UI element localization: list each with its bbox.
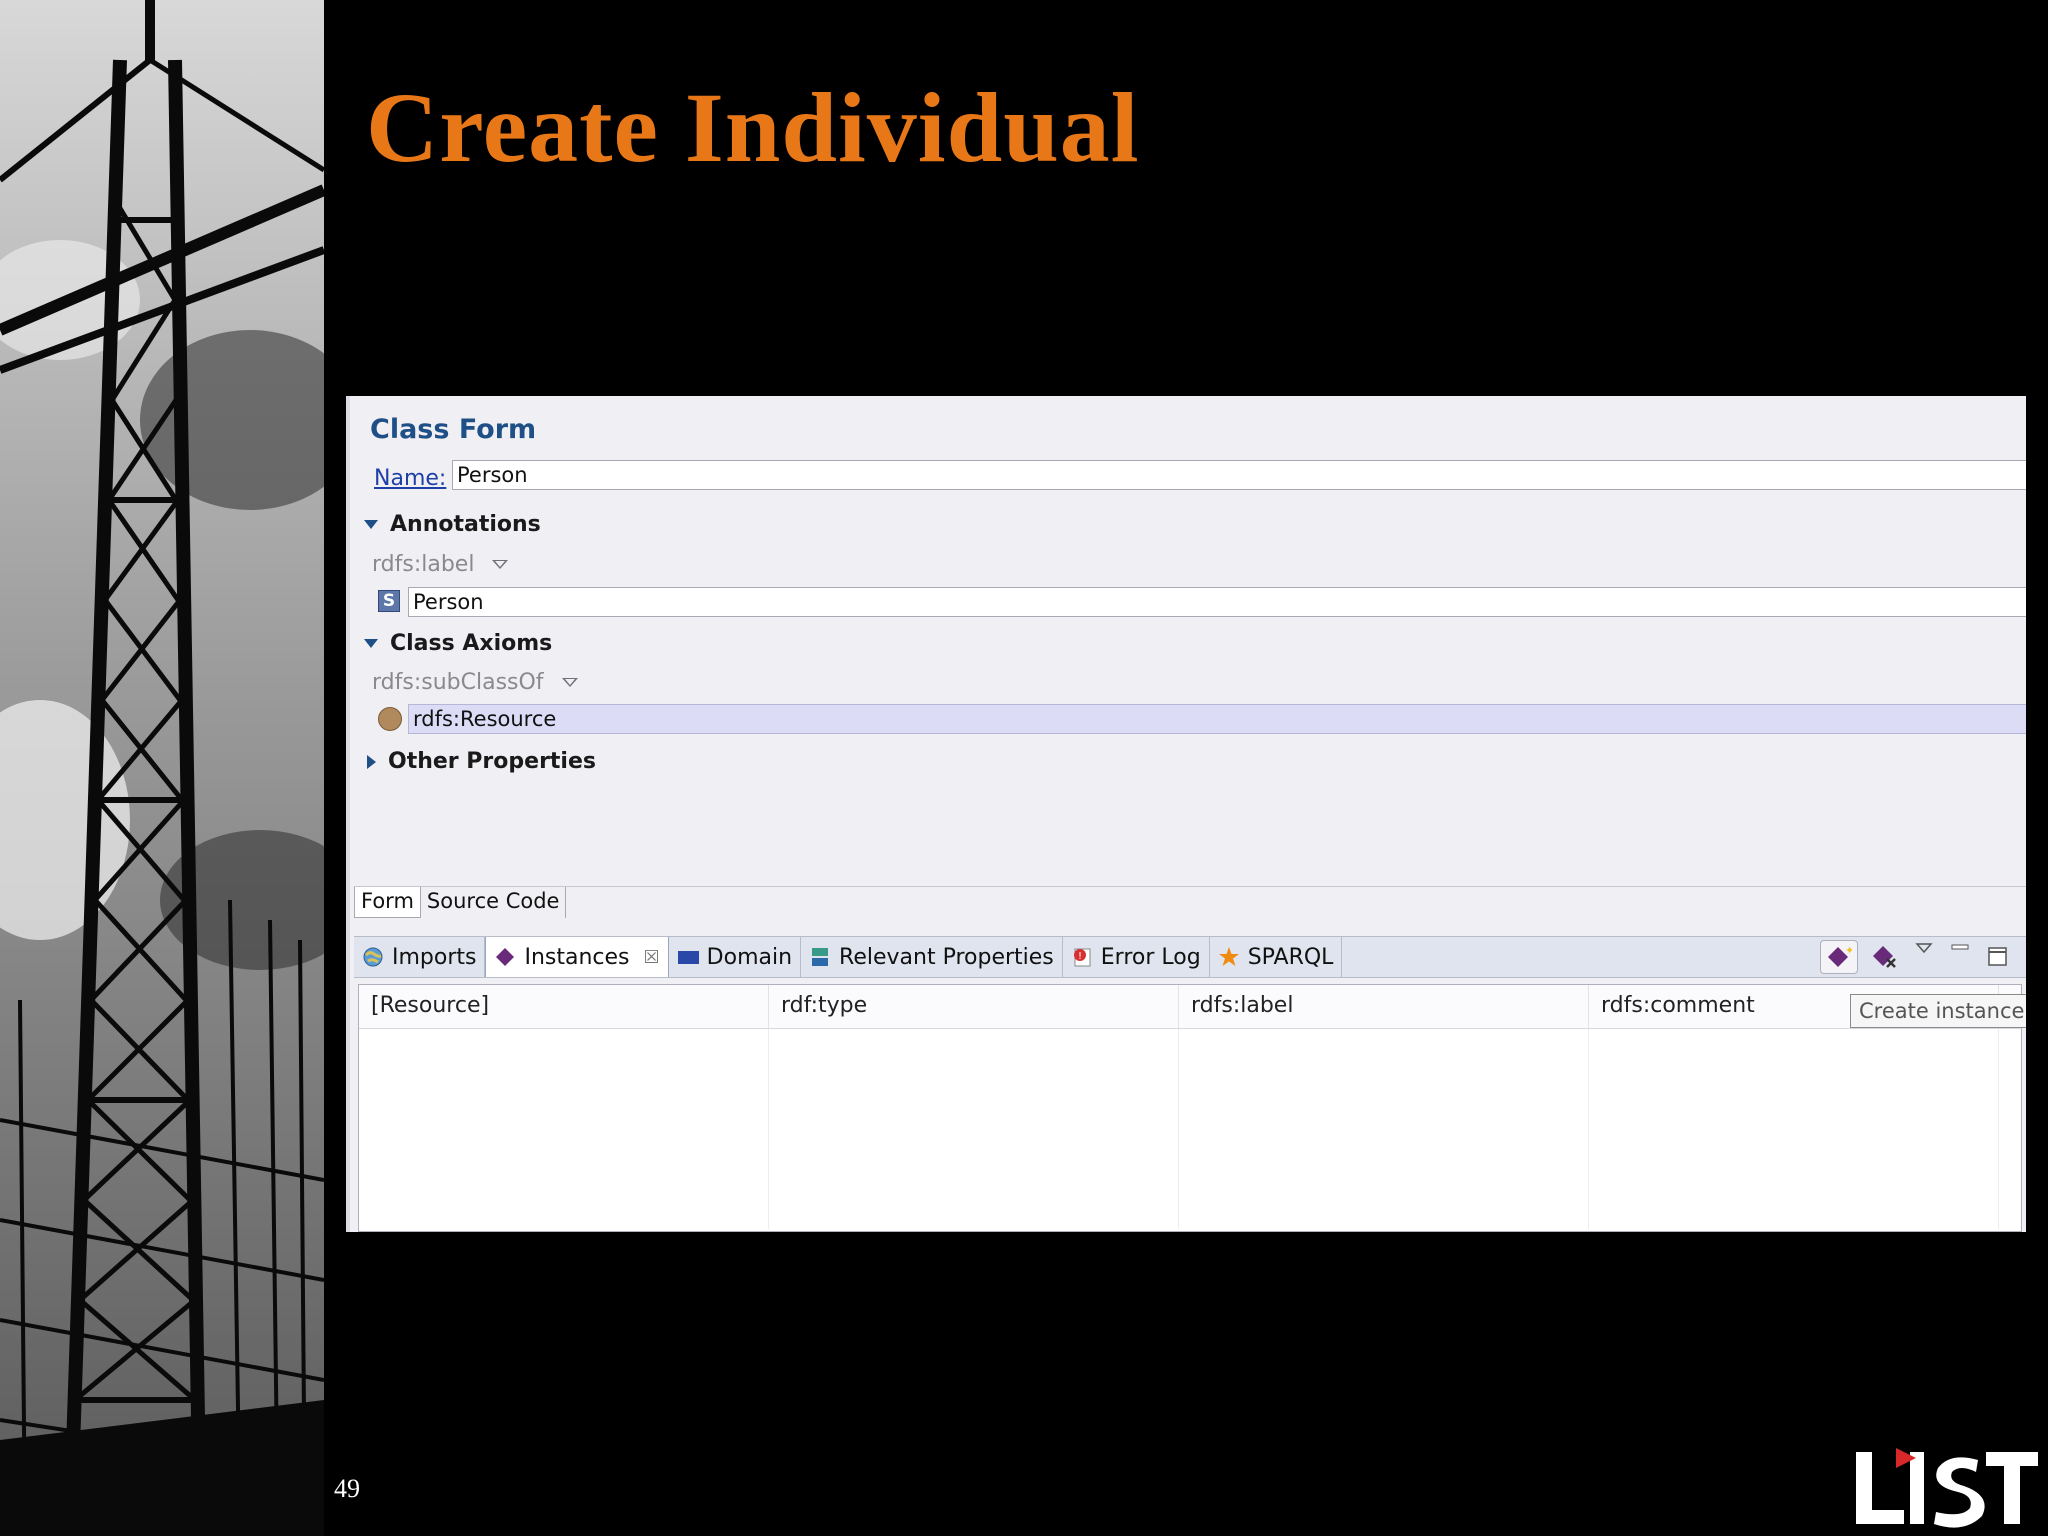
tab-imports[interactable]: Imports — [354, 937, 486, 977]
rdfs-label-text: rdfs:label — [372, 552, 475, 577]
tab-domain-label: Domain — [706, 944, 793, 970]
name-label-link[interactable]: Name: — [374, 466, 446, 491]
rdfs-subclassof-property: rdfs:subClassOf — [372, 670, 578, 695]
tab-sparql-label: SPARQL — [1247, 944, 1334, 970]
create-instance-icon: ✦ — [1828, 944, 1852, 967]
error-log-icon: ! — [1073, 948, 1091, 967]
tab-form[interactable]: Form — [354, 887, 421, 918]
class-axioms-section-header[interactable]: Class Axioms — [364, 631, 552, 656]
tab-sparql[interactable]: SPARQL — [1210, 937, 1343, 977]
star-icon — [1218, 947, 1239, 966]
create-instance-tooltip: Create instance — [1850, 994, 2026, 1028]
tab-relevant-properties[interactable]: Relevant Properties — [801, 937, 1063, 977]
table-column — [1589, 1029, 1999, 1229]
table-header: [Resource] rdf:type rdfs:label rdfs:comm… — [359, 985, 2021, 1029]
delete-instance-button[interactable] — [1868, 940, 1902, 974]
name-field[interactable]: Person — [452, 460, 2026, 490]
svg-text:!: ! — [1078, 951, 1082, 962]
chevron-down-icon — [1915, 943, 1933, 954]
view-tab-bar: Imports Instances ☒ Domain Relevant Prop… — [354, 936, 2026, 978]
table-column — [769, 1029, 1179, 1229]
tab-error-log[interactable]: ! Error Log — [1063, 937, 1210, 977]
view-toolbar: ✦ — [1820, 940, 2012, 974]
maximize-icon — [1988, 947, 2007, 966]
editor-tab-bar: Form Source Code — [354, 886, 2026, 918]
rdfs-label-property: rdfs:label — [372, 552, 509, 577]
other-properties-title: Other Properties — [388, 749, 596, 774]
crane-background-image — [0, 0, 324, 1536]
globe-icon — [363, 947, 383, 967]
rdfs-label-field[interactable]: Person — [408, 587, 2026, 617]
domain-icon — [677, 951, 699, 964]
svg-text:✦: ✦ — [1845, 944, 1852, 957]
column-header-rdfs-label[interactable]: rdfs:label — [1179, 985, 1589, 1028]
string-type-icon: S — [378, 590, 400, 612]
column-header-resource[interactable]: [Resource] — [359, 985, 769, 1028]
dropdown-arrow-icon[interactable] — [561, 678, 578, 687]
class-form-title: Class Form — [370, 414, 537, 445]
tab-instances[interactable]: Instances ☒ — [485, 937, 669, 977]
dropdown-arrow-icon[interactable] — [492, 560, 509, 569]
column-header-rdf-type[interactable]: rdf:type — [769, 985, 1179, 1028]
tab-domain[interactable]: Domain — [669, 937, 802, 977]
close-icon[interactable]: ☒ — [644, 947, 660, 968]
view-menu-button[interactable] — [1912, 942, 1936, 972]
tab-error-log-label: Error Log — [1100, 944, 1201, 970]
diamond-icon — [496, 948, 515, 966]
maximize-button[interactable] — [1984, 942, 2012, 972]
slide-title: Create Individual — [366, 72, 1140, 183]
class-circle-icon — [378, 707, 402, 731]
table-column — [359, 1029, 769, 1229]
table-column — [1179, 1029, 1589, 1229]
expand-arrow-icon — [364, 520, 378, 529]
tab-relevant-properties-label: Relevant Properties — [839, 944, 1054, 970]
rdfs-subclassof-field[interactable]: rdfs:Resource — [408, 704, 2026, 734]
other-properties-section-header[interactable]: Other Properties — [364, 749, 596, 774]
page-number: 49 — [334, 1474, 360, 1503]
create-instance-button[interactable]: ✦ — [1820, 940, 1858, 974]
annotations-title: Annotations — [390, 512, 541, 537]
class-form-screenshot: Class Form Name: Person Annotations rdfs… — [346, 396, 2026, 1232]
delete-instance-icon — [1873, 946, 1896, 968]
ust-logo — [1856, 1448, 2038, 1528]
rdfs-subclassof-text: rdfs:subClassOf — [372, 670, 544, 695]
expand-arrow-icon — [364, 639, 378, 648]
tab-imports-label: Imports — [392, 944, 477, 970]
annotations-section-header[interactable]: Annotations — [364, 512, 541, 537]
instances-table: [Resource] rdf:type rdfs:label rdfs:comm… — [358, 984, 2022, 1232]
tab-instances-label: Instances — [524, 944, 630, 970]
tab-source-code[interactable]: Source Code — [420, 887, 567, 918]
class-axioms-title: Class Axioms — [390, 631, 553, 656]
table-body — [359, 1029, 2021, 1229]
collapsed-arrow-icon — [367, 754, 376, 769]
minimize-button[interactable] — [1946, 942, 1974, 972]
properties-icon — [812, 948, 829, 966]
minimize-icon — [1951, 944, 1969, 950]
